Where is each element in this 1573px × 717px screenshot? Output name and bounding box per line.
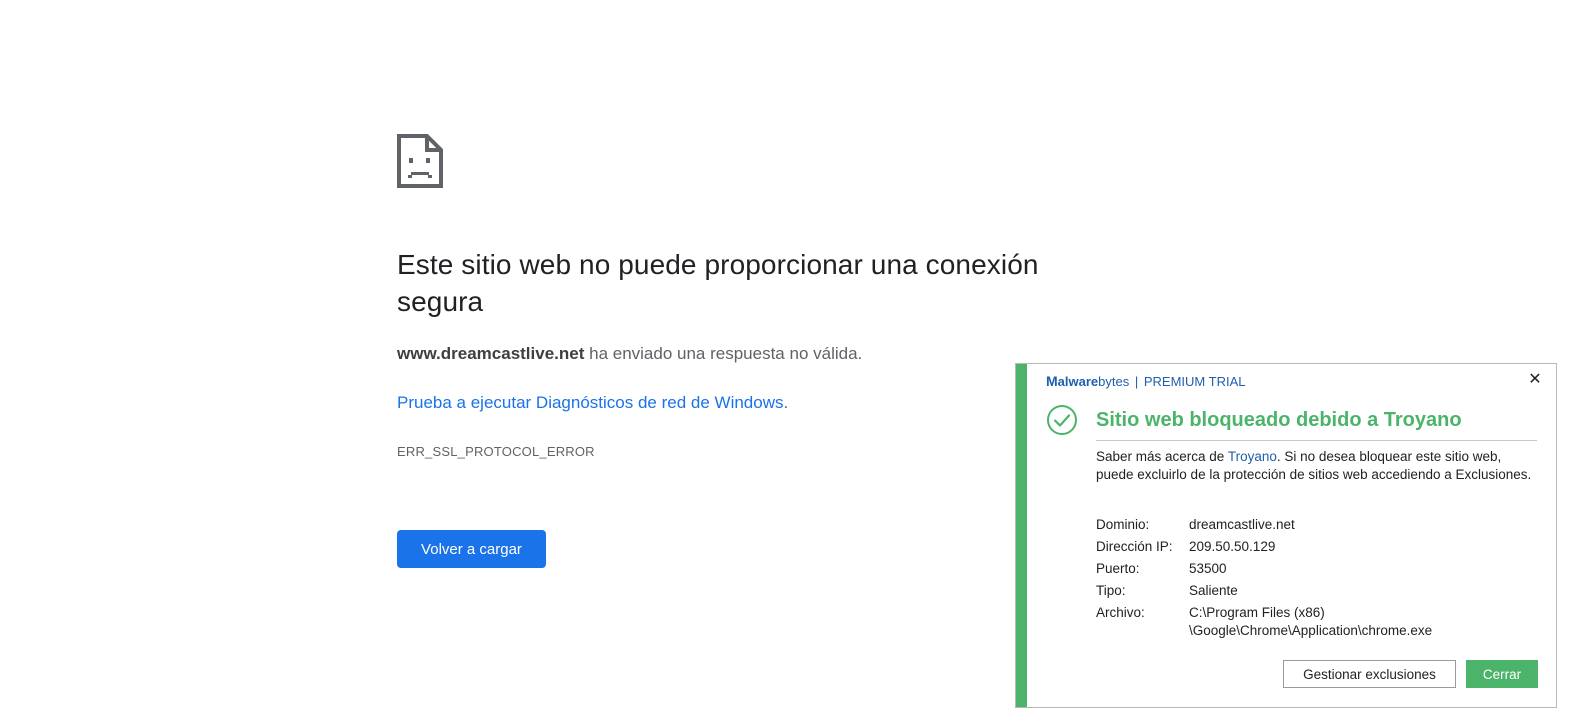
detail-row-type: Tipo: Saliente <box>1096 582 1536 600</box>
detail-value: Saliente <box>1189 583 1238 598</box>
sad-page-icon <box>397 134 443 188</box>
reload-button[interactable]: Volver a cargar <box>397 530 546 568</box>
malwarebytes-logo-icon: M <box>1046 373 1058 389</box>
detail-value: dreamcastlive.net <box>1189 517 1295 532</box>
brand-name-part1: alware <box>1057 374 1099 389</box>
browser-page: Este sitio web no puede proporcionar una… <box>0 0 1573 717</box>
brand-separator: | <box>1134 374 1139 389</box>
error-title: Este sitio web no puede proporcionar una… <box>397 249 1039 317</box>
error-code: ERR_SSL_PROTOCOL_ERROR <box>397 444 595 459</box>
notification-accent-bar <box>1016 364 1027 707</box>
detail-key: Puerto: <box>1096 561 1140 576</box>
detail-key: Dirección IP: <box>1096 539 1173 554</box>
detail-row-port: Puerto: 53500 <box>1096 560 1536 578</box>
suggestion-period: . <box>783 393 789 412</box>
notification-title: Sitio web bloqueado debido a Troyano <box>1096 409 1462 431</box>
detail-row-domain: Dominio: dreamcastlive.net <box>1096 516 1536 534</box>
error-suggestion: Prueba a ejecutar Diagnósticos de red de… <box>397 392 788 414</box>
brand-name-part2: bytes <box>1098 374 1130 389</box>
detail-key: Dominio: <box>1096 517 1150 532</box>
threat-details: Dominio: dreamcastlive.net Dirección IP:… <box>1096 516 1536 644</box>
description-prefix: Saber más acerca de <box>1096 449 1228 464</box>
detail-value: 53500 <box>1189 561 1227 576</box>
network-diagnostics-link[interactable]: Prueba a ejecutar Diagnósticos de red de… <box>397 393 784 412</box>
detail-key: Tipo: <box>1096 583 1126 598</box>
error-domain: www.dreamcastlive.net <box>397 344 585 363</box>
detail-row-file: Archivo: C:\Program Files (x86) \Google\… <box>1096 604 1536 640</box>
close-icon[interactable]: ✕ <box>1526 370 1544 388</box>
trojan-info-link[interactable]: Troyano <box>1228 449 1277 464</box>
notification-description: Saber más acerca de Troyano. Si no desea… <box>1096 448 1541 484</box>
detail-value: 209.50.50.129 <box>1189 539 1276 554</box>
close-button[interactable]: Cerrar <box>1466 660 1538 688</box>
title-divider <box>1096 440 1537 441</box>
malwarebytes-notification: Malwarebytes | PREMIUM TRIAL ✕ Sitio web… <box>1015 363 1557 708</box>
check-circle-icon <box>1047 405 1077 435</box>
detail-row-ip: Dirección IP: 209.50.50.129 <box>1096 538 1536 556</box>
detail-value: C:\Program Files (x86) \Google\Chrome\Ap… <box>1189 605 1433 638</box>
detail-key: Archivo: <box>1096 605 1145 620</box>
error-message-text: ha enviado una respuesta no válida. <box>584 344 863 363</box>
manage-exclusions-button[interactable]: Gestionar exclusiones <box>1283 660 1456 688</box>
malwarebytes-header: Malwarebytes | PREMIUM TRIAL <box>1046 372 1245 391</box>
edition-label: PREMIUM TRIAL <box>1143 374 1246 389</box>
error-message: www.dreamcastlive.net ha enviado una res… <box>397 343 862 365</box>
